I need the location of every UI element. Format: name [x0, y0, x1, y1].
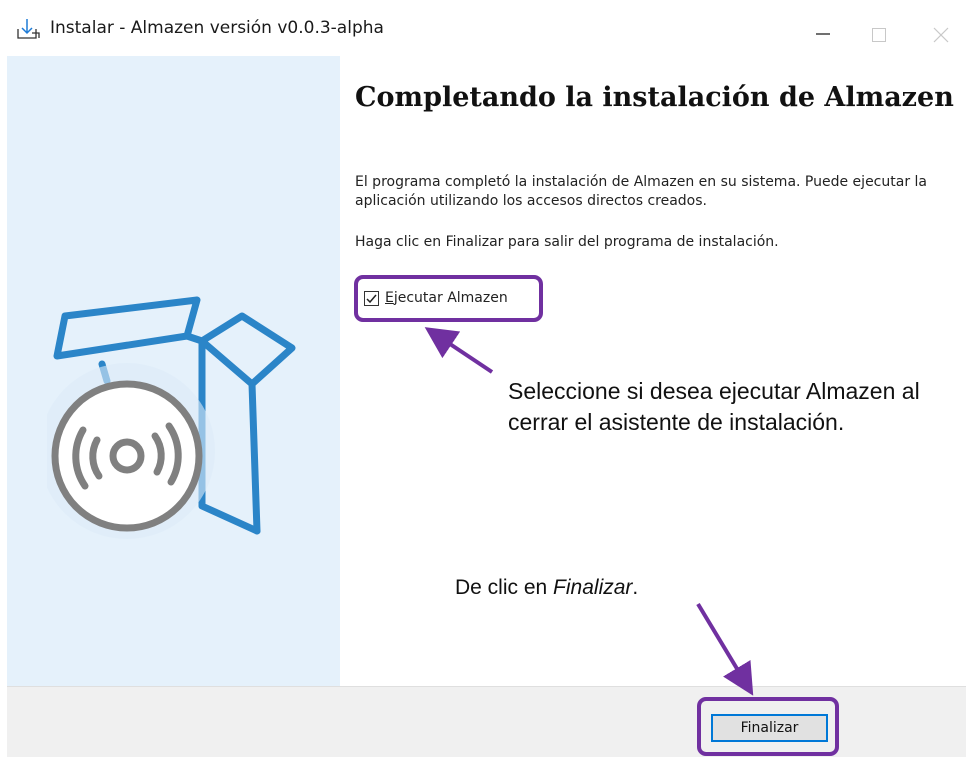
arrow-to-finish — [696, 602, 754, 696]
annotation-arrows — [424, 327, 754, 696]
arrow-to-checkbox — [424, 327, 494, 374]
installer-window: Instalar - Almazen versión v0.0.3-alpha — [0, 0, 973, 757]
